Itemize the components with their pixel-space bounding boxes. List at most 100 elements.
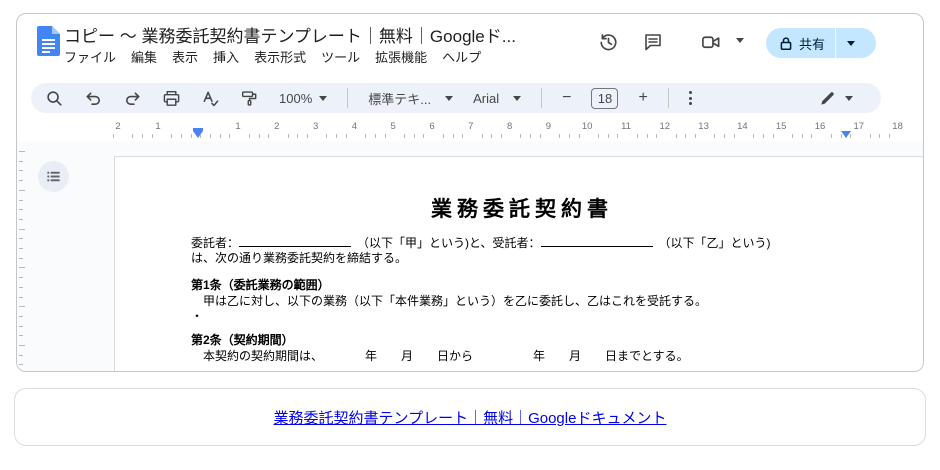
document-workspace: 業務委託契約書 委託者： （以下「甲」という)と、受託者： （以下「乙」という)… <box>17 141 923 372</box>
menu-item-2[interactable]: 編集 <box>131 47 157 66</box>
undo-button[interactable] <box>84 89 103 108</box>
ruler-tick <box>617 134 618 138</box>
paragraph-style-value: 標準テキ... <box>368 89 431 108</box>
search-button[interactable] <box>45 89 64 108</box>
ruler-tick <box>802 134 803 138</box>
ruler-tick <box>249 134 250 138</box>
ruler-tick <box>530 134 531 138</box>
font-select[interactable]: Arial <box>473 91 521 106</box>
ruler-tick <box>879 134 880 138</box>
ruler-number: 15 <box>776 121 787 132</box>
mode-caret-icon <box>845 96 853 101</box>
ruler-tick <box>19 151 25 152</box>
ruler-tick <box>19 190 25 191</box>
decrease-font-size-button[interactable]: − <box>562 89 571 107</box>
ruler-tick <box>598 134 599 138</box>
ruler-tick <box>491 134 492 138</box>
video-camera-icon <box>701 32 722 53</box>
ruler-tick <box>19 219 23 220</box>
editing-mode-select[interactable] <box>819 90 867 107</box>
ruler-tick <box>520 134 521 138</box>
source-link[interactable]: 業務委託契約書テンプレート｜無料｜Googleドキュメント <box>274 407 667 428</box>
increase-font-size-button[interactable]: + <box>638 89 647 107</box>
style-caret-icon <box>445 96 453 101</box>
ruler-number: 1 <box>235 121 240 132</box>
version-history-button[interactable] <box>595 29 621 55</box>
google-docs-window: コピー ～ 業務委託契約書テンプレート｜無料｜Googleド... ファイル編集… <box>16 13 924 372</box>
menu-item-4[interactable]: 挿入 <box>213 47 239 66</box>
ruler-tick <box>19 316 23 317</box>
menu-item-6[interactable]: ツール <box>321 47 360 66</box>
ruler-tick <box>841 134 842 138</box>
ruler-tick <box>375 134 376 138</box>
ruler-tick <box>152 134 153 138</box>
ruler-tick <box>870 134 871 138</box>
ruler-tick <box>268 134 269 138</box>
ruler-tick <box>404 134 405 138</box>
left-indent-marker[interactable] <box>193 131 203 138</box>
document-title[interactable]: コピー ～ 業務委託契約書テンプレート｜無料｜Googleド... <box>64 22 516 47</box>
menu-item-3[interactable]: 表示 <box>172 47 198 66</box>
zoom-caret-icon <box>319 96 327 101</box>
menu-item-7[interactable]: 拡張機能 <box>375 47 427 66</box>
outline-list-icon <box>45 168 62 185</box>
ruler-tick <box>307 134 308 138</box>
spellcheck-icon <box>201 89 220 108</box>
print-button[interactable] <box>162 89 181 108</box>
more-options-button[interactable] <box>689 91 692 105</box>
ruler-tick <box>19 229 25 230</box>
doc-intro-line1: 委託者： （以下「甲」という)と、受託者： （以下「乙」という) <box>191 236 924 251</box>
ruler-number: 8 <box>507 121 512 132</box>
fill-in-blank <box>239 236 351 247</box>
ruler-tick <box>132 134 133 138</box>
ruler-tick <box>831 134 832 138</box>
ruler-number: 6 <box>429 121 434 132</box>
ruler-tick <box>714 134 715 138</box>
share-dropdown-button[interactable] <box>836 41 866 46</box>
ruler-number: 2 <box>274 121 279 132</box>
meet-dropdown-caret-icon[interactable] <box>736 38 744 43</box>
zoom-select[interactable]: 100% <box>279 91 327 106</box>
ruler-number: 11 <box>621 121 631 132</box>
ruler-tick <box>259 134 260 138</box>
vertical-ruler[interactable] <box>17 145 28 372</box>
ruler-tick <box>763 134 764 138</box>
doc-section1-heading: 第1条（委託業務の範囲） <box>191 278 924 293</box>
menu-bar: ファイル編集表示挿入表示形式ツール拡張機能ヘルプ <box>64 47 481 66</box>
font-size-input[interactable]: 18 <box>591 88 618 109</box>
ruler-number: 3 <box>313 121 318 132</box>
ruler-tick <box>346 134 347 138</box>
redo-button[interactable] <box>123 89 142 108</box>
show-outline-button[interactable] <box>38 161 69 192</box>
paragraph-style-select[interactable]: 標準テキ... <box>368 89 453 108</box>
font-caret-icon <box>513 96 521 101</box>
meet-call-button[interactable] <box>698 29 724 55</box>
ruler-tick <box>19 238 23 239</box>
doc-text: （以下「甲」という)と、受託者： <box>351 236 541 250</box>
menu-item-8[interactable]: ヘルプ <box>442 47 481 66</box>
ruler-tick <box>385 134 386 138</box>
ruler-number: 9 <box>546 121 551 132</box>
menu-item-1[interactable]: ファイル <box>64 47 116 66</box>
ruler-tick <box>200 134 201 138</box>
undo-icon <box>84 89 103 108</box>
ruler-tick <box>734 134 735 138</box>
share-button[interactable]: 共有 <box>766 28 835 58</box>
horizontal-ruler[interactable]: 21123456789101112131415161718 <box>17 119 923 141</box>
ruler-tick <box>19 180 23 181</box>
document-page[interactable]: 業務委託契約書 委託者： （以下「甲」という)と、受託者： （以下「乙」という)… <box>114 156 924 372</box>
spellcheck-button[interactable] <box>201 89 220 108</box>
menu-item-5[interactable]: 表示形式 <box>254 47 306 66</box>
ruler-tick <box>19 277 23 278</box>
ruler-tick <box>19 258 23 259</box>
ruler-tick <box>647 134 648 138</box>
comments-button[interactable] <box>640 29 666 55</box>
ruler-tick <box>191 134 192 138</box>
zoom-value: 100% <box>279 91 312 106</box>
ruler-tick <box>181 134 182 138</box>
ruler-tick <box>482 134 483 138</box>
ruler-tick <box>724 134 725 138</box>
paint-format-button[interactable] <box>240 89 259 108</box>
ruler-tick <box>414 134 415 138</box>
google-docs-logo-icon[interactable] <box>37 26 60 56</box>
